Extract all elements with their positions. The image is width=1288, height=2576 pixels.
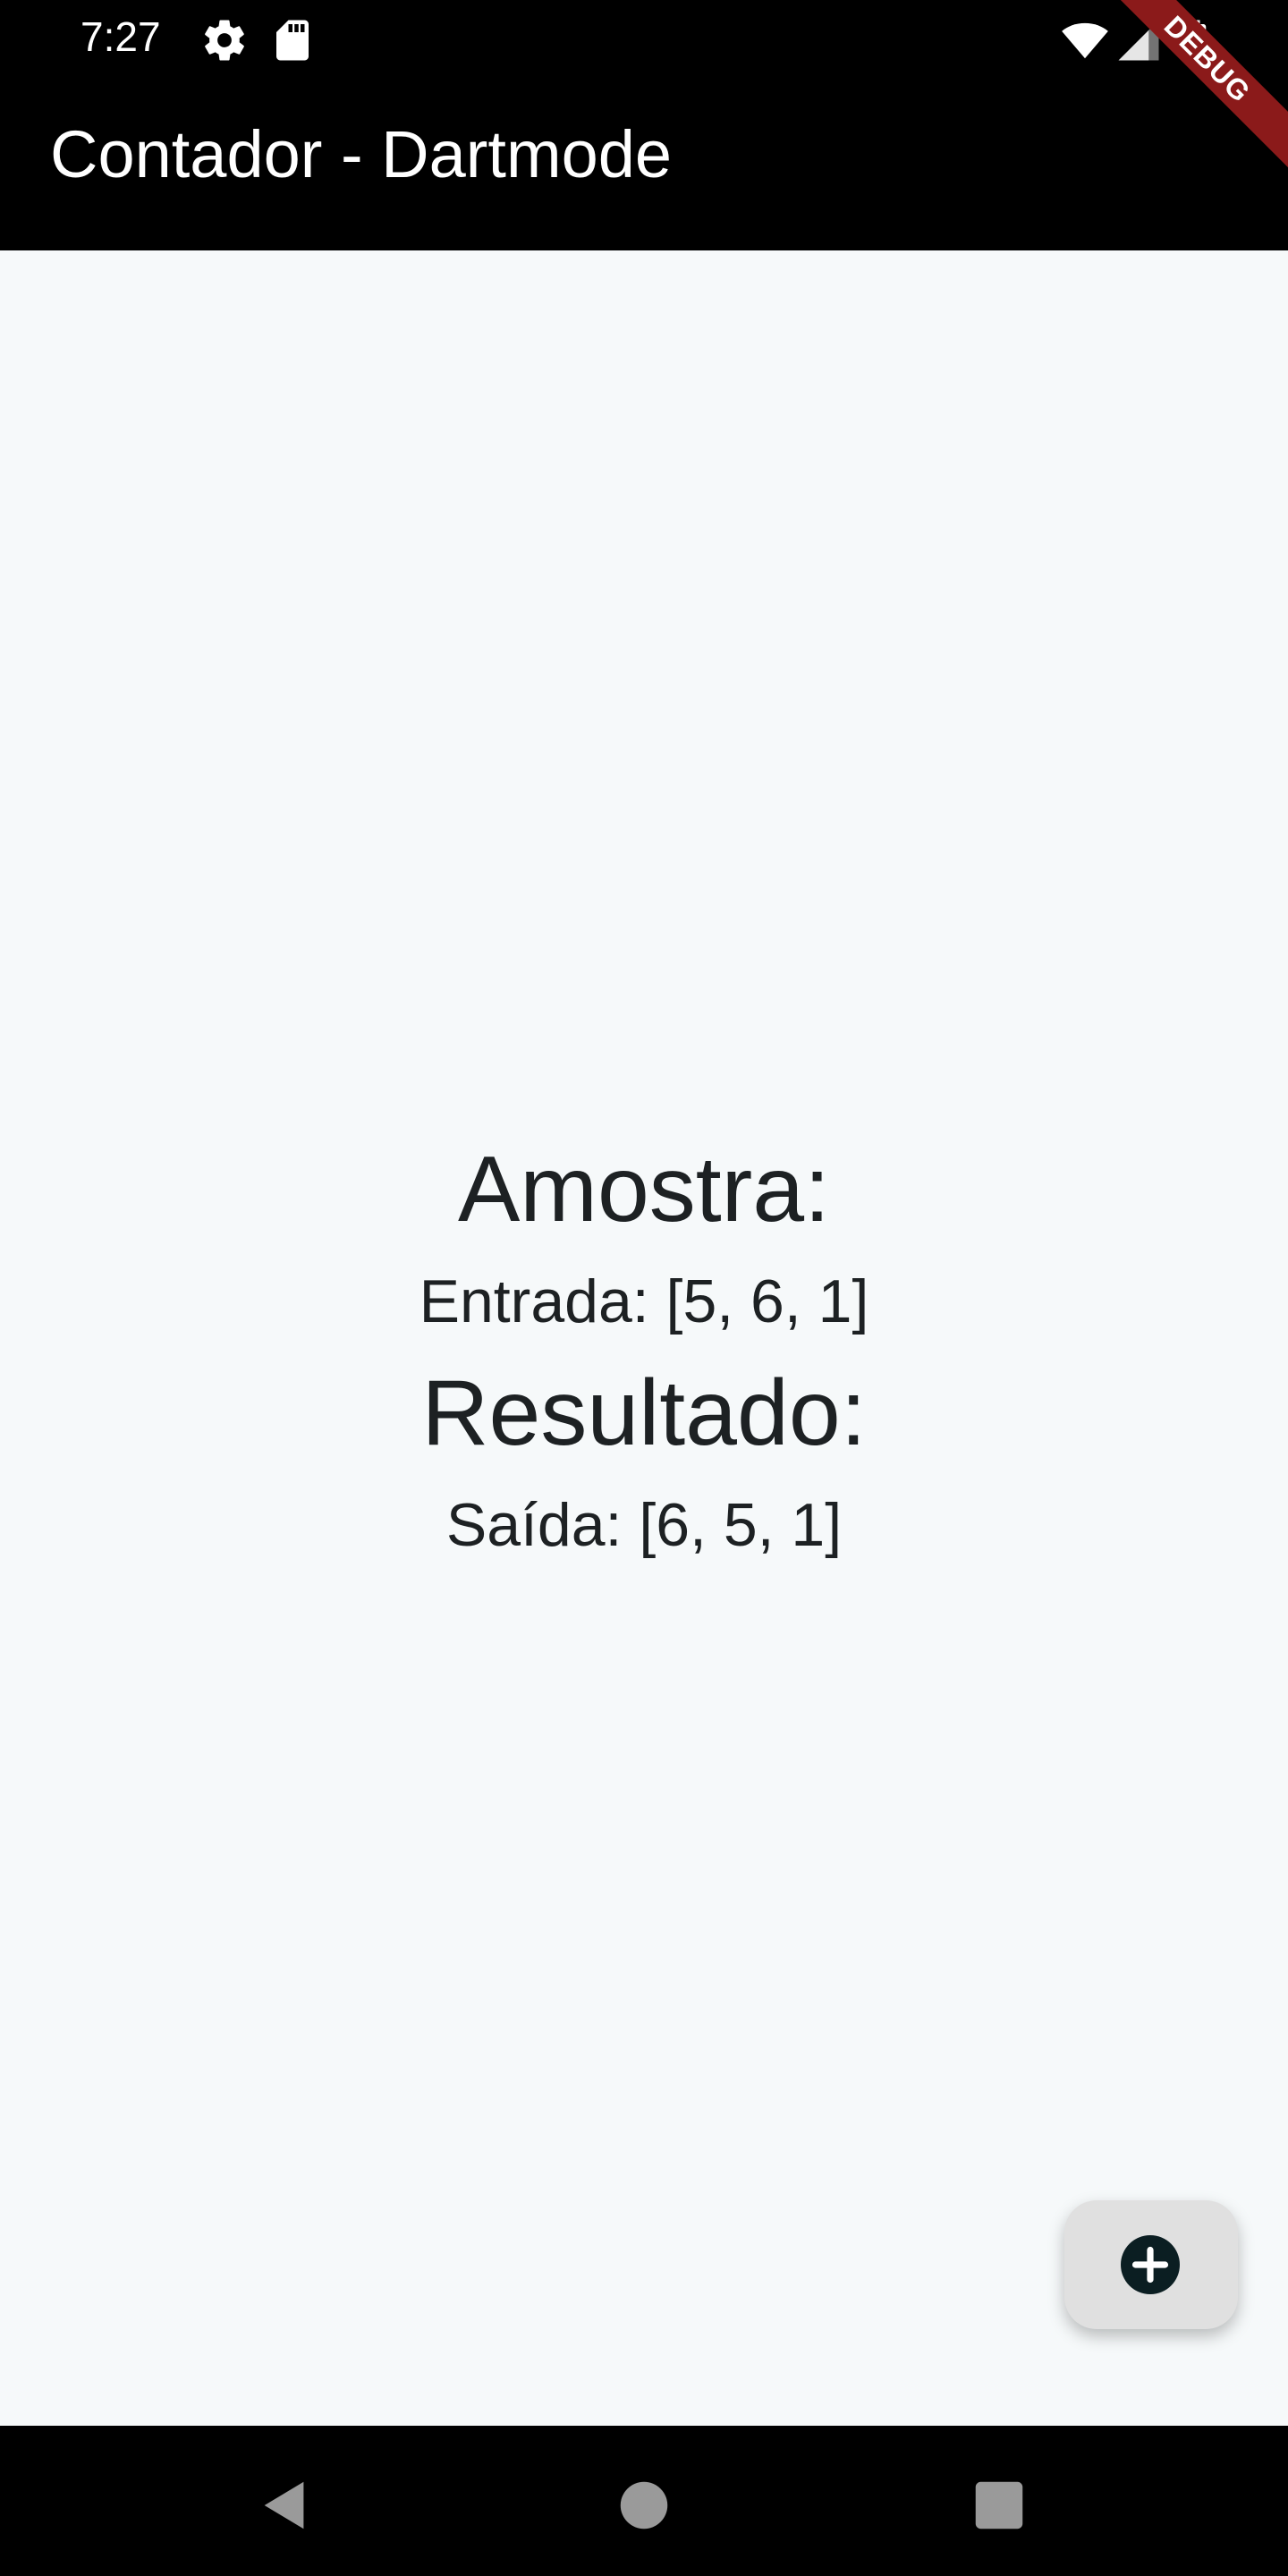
output-text: Saída: [6, 5, 1] <box>445 1491 843 1559</box>
input-text: Entrada: [5, 6, 1] <box>419 1267 869 1335</box>
sample-heading: Amostra: <box>457 1138 831 1241</box>
add-circle-icon <box>1121 2235 1180 2294</box>
app-title: Contador - Dartmode <box>50 117 673 191</box>
status-bar: 7:27 <box>0 0 1288 80</box>
gear-icon <box>205 20 244 61</box>
result-heading: Resultado: <box>421 1361 867 1465</box>
navigation-bar <box>0 2426 1288 2576</box>
back-icon[interactable] <box>254 2474 317 2537</box>
wifi-icon <box>1062 22 1108 59</box>
status-time: 7:27 <box>80 13 161 60</box>
add-fab-button[interactable] <box>1064 2200 1238 2329</box>
phone-screen: 7:27 Contador - Dartmode DEBUG Amostra: … <box>0 0 1288 2576</box>
sd-card-icon <box>276 20 309 61</box>
app-bar: Contador - Dartmode <box>0 80 1288 250</box>
main-content: Amostra: Entrada: [5, 6, 1] Resultado: S… <box>0 250 1288 2426</box>
result-panel: Amostra: Entrada: [5, 6, 1] Resultado: S… <box>0 1127 1288 1574</box>
recents-icon[interactable] <box>968 2474 1030 2537</box>
home-icon[interactable] <box>613 2474 675 2537</box>
